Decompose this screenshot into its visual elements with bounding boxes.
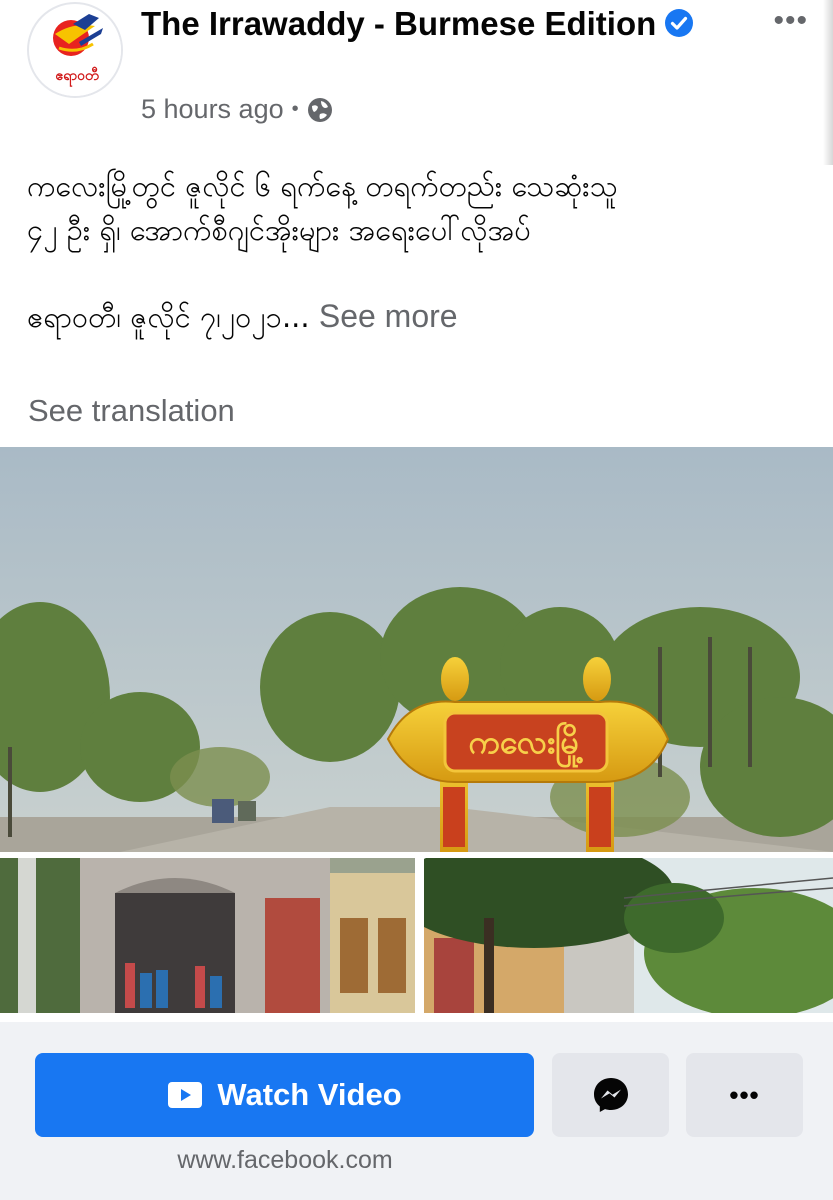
post-photo-left[interactable] <box>0 858 415 1013</box>
send-in-messenger-button[interactable] <box>552 1053 669 1137</box>
post-text-line: ဧရာဝတီ၊ ဇူလိုင် ၇၊၂၀၂၁... See more <box>27 294 797 339</box>
post-text-line: ၄၂ ဦး ရှိ၊ အောက်စီဂျင်အိုးများ အရေးပေါ်လ… <box>27 213 531 247</box>
avatar[interactable]: ဧရာဝတီ <box>27 2 123 98</box>
page-name-text[interactable]: The Irrawaddy - Burmese Edition <box>141 5 656 42</box>
street-trees-photo <box>424 858 833 1013</box>
post-photo-main[interactable]: ကလေးမြို့ <box>0 447 833 852</box>
verified-badge-icon <box>665 9 694 38</box>
meta-separator: • <box>291 98 299 120</box>
post-options-button[interactable]: ••• <box>773 4 808 38</box>
post-text-line: ကလေးမြို့တွင် ဇူလိုင် ၆ ရက်နေ့ တရက်တည်း … <box>27 169 618 203</box>
shop-front-photo <box>0 858 415 1013</box>
messenger-icon <box>593 1078 628 1112</box>
timestamp[interactable]: 5 hours ago <box>141 94 284 125</box>
post-text-snippet: ဧရာဝတီ၊ ဇူလိုင် ၇၊၂၀၂၁... <box>27 300 310 334</box>
post-photo-right[interactable] <box>424 858 833 1013</box>
link-domain[interactable]: www.facebook.com <box>0 1146 570 1175</box>
see-translation-link[interactable]: See translation <box>28 393 235 429</box>
post-body: ကလေးမြို့တွင် ဇူလိုင် ၆ ရက်နေ့ တရက်တည်း … <box>27 164 797 339</box>
cta-more-options-button[interactable]: ••• <box>686 1053 803 1137</box>
globe-icon <box>307 97 332 122</box>
see-more-link[interactable]: See more <box>319 298 458 334</box>
play-video-icon <box>168 1082 203 1108</box>
irrawaddy-logo-icon: ဧရာဝတီ <box>30 5 121 96</box>
watch-video-label: Watch Video <box>217 1077 402 1112</box>
link-cta-bar: Watch Video ••• www.facebook.com <box>0 1022 833 1200</box>
post-meta: 5 hours ago • <box>141 94 333 125</box>
post-header: ဧရာဝတီ The Irrawaddy - Burmese Edition 5… <box>0 0 833 145</box>
town-gate-photo: ကလေးမြို့ <box>0 447 833 852</box>
watch-video-button[interactable]: Watch Video <box>35 1053 534 1137</box>
page-name[interactable]: The Irrawaddy - Burmese Edition <box>141 2 741 46</box>
